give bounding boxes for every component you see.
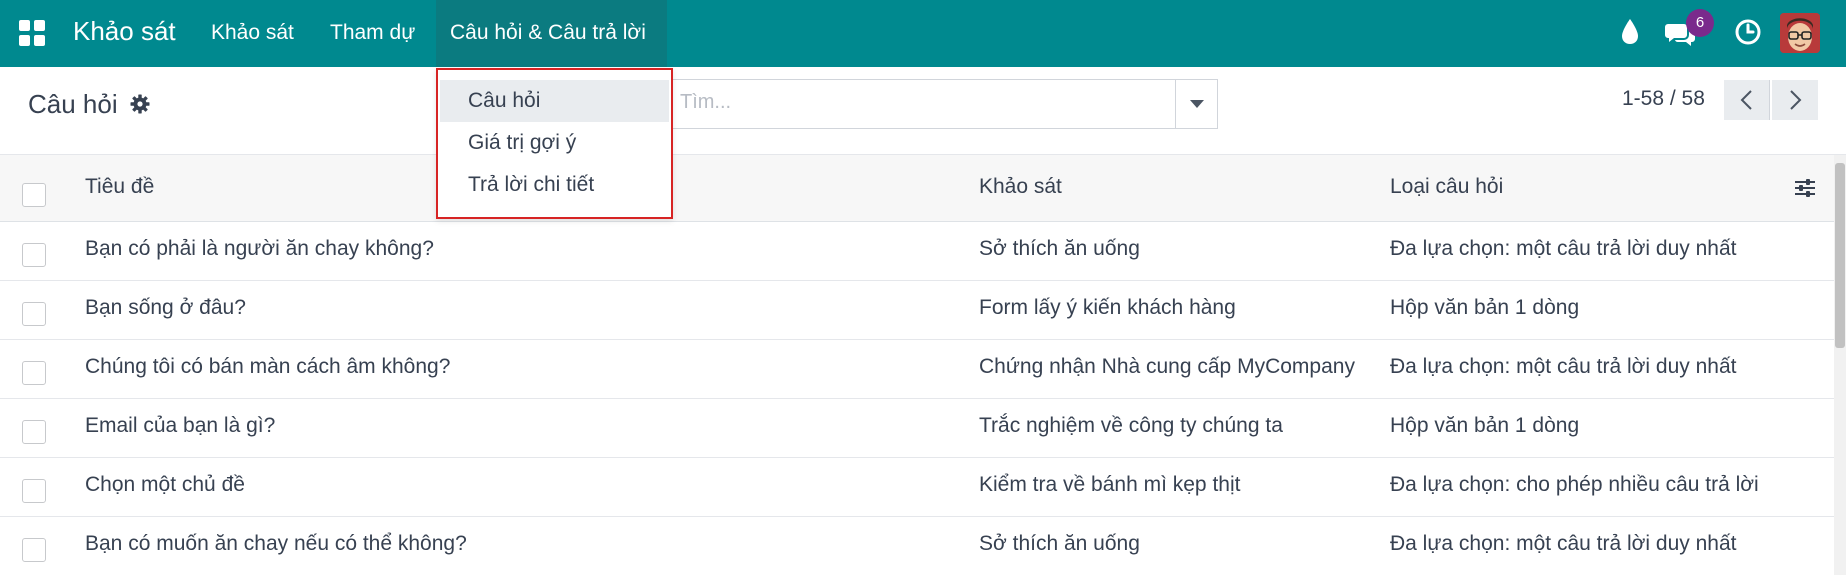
- page-title: Câu hỏi: [28, 89, 118, 119]
- cell-survey: Kiểm tra về bánh mì kẹp thịt: [979, 473, 1241, 496]
- search-options-toggle[interactable]: [1175, 79, 1218, 129]
- menu-item-surveys[interactable]: Khảo sát: [211, 21, 294, 47]
- cell-question-type: Đa lựa chọn: một câu trả lời duy nhất: [1390, 237, 1737, 260]
- table-header: Tiêu đề Khảo sát Loại câu hỏi: [0, 155, 1834, 222]
- cell-question-type: Hộp văn bản 1 dòng: [1390, 414, 1580, 437]
- row-checkbox[interactable]: [22, 302, 46, 326]
- search-placeholder[interactable]: Tìm...: [680, 91, 731, 114]
- cell-question-type: Đa lựa chọn: một câu trả lời duy nhất: [1390, 355, 1737, 378]
- table-row[interactable]: Chúng tôi có bán màn cách âm không? Chứn…: [0, 340, 1834, 399]
- table-row[interactable]: Bạn sống ở đâu? Form lấy ý kiến khách hà…: [0, 281, 1834, 340]
- table-row[interactable]: Bạn có muốn ăn chay nếu có thể không? Sở…: [0, 517, 1834, 575]
- vertical-scrollbar-thumb[interactable]: [1835, 163, 1845, 348]
- cell-survey: Sở thích ăn uống: [979, 237, 1140, 260]
- chevron-left-icon: [1740, 90, 1752, 110]
- optional-columns-icon[interactable]: [1793, 176, 1817, 200]
- cell-title: Chọn một chủ đề: [85, 473, 245, 496]
- dropdown-item-suggested-values[interactable]: Giá trị gợi ý: [440, 122, 669, 164]
- pager-next-button[interactable]: [1772, 80, 1818, 120]
- column-header-title[interactable]: Tiêu đề: [85, 175, 154, 199]
- table-row[interactable]: Email của bạn là gì? Trắc nghiệm về công…: [0, 399, 1834, 458]
- cell-survey: Chứng nhận Nhà cung cấp MyCompany: [979, 355, 1355, 378]
- top-navbar: Khảo sát Khảo sát Tham dự Câu hỏi & Câu …: [0, 0, 1846, 67]
- cell-question-type: Đa lựa chọn: cho phép nhiều câu trả lời: [1390, 473, 1759, 496]
- menu-item-participations[interactable]: Tham dự: [330, 21, 415, 47]
- cell-survey: Sở thích ăn uống: [979, 532, 1140, 555]
- row-checkbox[interactable]: [22, 479, 46, 503]
- row-checkbox[interactable]: [22, 243, 46, 267]
- cell-question-type: Đa lựa chọn: một câu trả lời duy nhất: [1390, 532, 1737, 555]
- column-header-question-type[interactable]: Loại câu hỏi: [1390, 175, 1503, 199]
- cell-survey: Form lấy ý kiến khách hàng: [979, 296, 1236, 319]
- drop-icon[interactable]: [1619, 17, 1641, 47]
- pager-previous-button[interactable]: [1724, 80, 1770, 120]
- apps-menu-icon[interactable]: [19, 20, 45, 46]
- pager-value[interactable]: 1-58 / 58: [1622, 87, 1705, 111]
- cell-question-type: Hộp văn bản 1 dòng: [1390, 296, 1580, 319]
- chevron-right-icon: [1790, 90, 1802, 110]
- dropdown-item-questions[interactable]: Câu hỏi: [440, 80, 669, 122]
- cell-title: Bạn có phải là người ăn chay không?: [85, 237, 434, 260]
- search-field[interactable]: [665, 79, 1175, 129]
- table-row[interactable]: Chọn một chủ đề Kiểm tra về bánh mì kẹp …: [0, 458, 1834, 517]
- user-avatar[interactable]: [1780, 13, 1820, 53]
- dropdown-item-user-input-lines[interactable]: Trả lời chi tiết: [440, 164, 669, 206]
- cell-survey: Trắc nghiệm về công ty chúng ta: [979, 414, 1283, 437]
- message-count-badge: 6: [1686, 9, 1714, 37]
- control-panel: Câu hỏi Tìm... 1-58 / 58: [0, 67, 1846, 155]
- app-brand[interactable]: Khảo sát: [73, 16, 176, 47]
- column-header-survey[interactable]: Khảo sát: [979, 175, 1062, 199]
- menu-item-questions-answers[interactable]: Câu hỏi & Câu trả lời: [450, 21, 646, 47]
- chevron-down-icon: [1190, 100, 1204, 108]
- gear-icon[interactable]: [130, 94, 150, 114]
- cell-title: Chúng tôi có bán màn cách âm không?: [85, 355, 451, 378]
- cell-title: Email của bạn là gì?: [85, 414, 276, 437]
- row-checkbox[interactable]: [22, 538, 46, 562]
- cell-title: Bạn sống ở đâu?: [85, 296, 246, 319]
- clock-icon[interactable]: [1734, 18, 1762, 46]
- cell-title: Bạn có muốn ăn chay nếu có thể không?: [85, 532, 467, 555]
- questions-answers-dropdown: Câu hỏi Giá trị gợi ý Trả lời chi tiết: [436, 68, 673, 219]
- row-checkbox[interactable]: [22, 420, 46, 444]
- row-checkbox[interactable]: [22, 361, 46, 385]
- select-all-checkbox[interactable]: [22, 183, 46, 207]
- table-row[interactable]: Bạn có phải là người ăn chay không? Sở t…: [0, 222, 1834, 281]
